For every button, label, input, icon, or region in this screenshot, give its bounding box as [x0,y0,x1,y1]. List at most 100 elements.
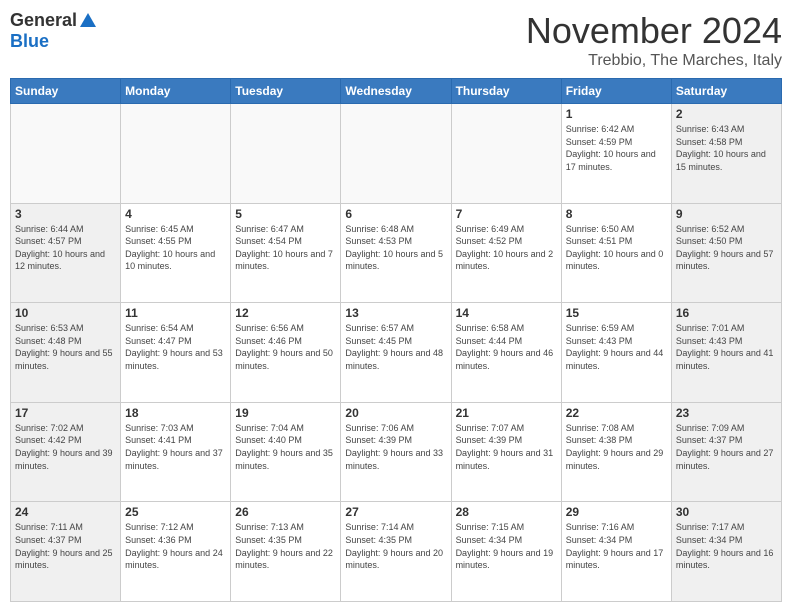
day-info: Sunrise: 6:44 AM Sunset: 4:57 PM Dayligh… [15,223,116,273]
day-info: Sunrise: 7:16 AM Sunset: 4:34 PM Dayligh… [566,521,667,571]
calendar-cell: 25 Sunrise: 7:12 AM Sunset: 4:36 PM Dayli… [121,502,231,602]
day-number: 13 [345,306,446,320]
page: General Blue November 2024 Trebbio, The … [0,0,792,612]
logo-icon [78,11,98,31]
calendar-header-row: SundayMondayTuesdayWednesdayThursdayFrid… [11,79,782,104]
logo-text: General [10,10,99,31]
day-number: 24 [15,505,116,519]
day-number: 18 [125,406,226,420]
day-number: 14 [456,306,557,320]
calendar-cell [121,104,231,204]
day-number: 12 [235,306,336,320]
calendar-cell: 27 Sunrise: 7:14 AM Sunset: 4:35 PM Dayli… [341,502,451,602]
calendar-cell: 8 Sunrise: 6:50 AM Sunset: 4:51 PM Daylig… [561,203,671,303]
calendar-cell: 7Sunrise: 6:49 AM Sunset: 4:52 PM Daylig… [451,203,561,303]
calendar-cell [231,104,341,204]
logo-blue: Blue [10,31,49,51]
day-info: Sunrise: 6:53 AM Sunset: 4:48 PM Dayligh… [15,322,116,372]
day-info: Sunrise: 6:50 AM Sunset: 4:51 PM Dayligh… [566,223,667,273]
day-number: 10 [15,306,116,320]
day-number: 3 [15,207,116,221]
calendar-week-3: 17Sunrise: 7:02 AM Sunset: 4:42 PM Dayli… [11,402,782,502]
calendar-cell: 29Sunrise: 7:16 AM Sunset: 4:34 PM Dayli… [561,502,671,602]
calendar-cell: 1 Sunrise: 6:42 AM Sunset: 4:59 PM Daylig… [561,104,671,204]
day-info: Sunrise: 6:54 AM Sunset: 4:47 PM Dayligh… [125,322,226,372]
month-title: November 2024 [526,10,782,52]
day-info: Sunrise: 7:06 AM Sunset: 4:39 PM Dayligh… [345,422,446,472]
day-info: Sunrise: 7:12 AM Sunset: 4:36 PM Dayligh… [125,521,226,571]
day-info: Sunrise: 7:15 AM Sunset: 4:34 PM Dayligh… [456,521,557,571]
calendar-cell: 20Sunrise: 7:06 AM Sunset: 4:39 PM Dayli… [341,402,451,502]
calendar-cell: 5Sunrise: 6:47 AM Sunset: 4:54 PM Daylig… [231,203,341,303]
calendar-cell: 10 Sunrise: 6:53 AM Sunset: 4:48 PM Dayli… [11,303,121,403]
day-number: 8 [566,207,667,221]
calendar-cell: 30 Sunrise: 7:17 AM Sunset: 4:34 PM Dayli… [671,502,781,602]
day-number: 5 [235,207,336,221]
day-number: 19 [235,406,336,420]
calendar-cell: 4Sunrise: 6:45 AM Sunset: 4:55 PM Daylig… [121,203,231,303]
day-number: 16 [676,306,777,320]
day-number: 26 [235,505,336,519]
day-info: Sunrise: 7:09 AM Sunset: 4:37 PM Dayligh… [676,422,777,472]
day-number: 30 [676,505,777,519]
location: Trebbio, The Marches, Italy [526,52,782,70]
calendar-week-4: 24 Sunrise: 7:11 AM Sunset: 4:37 PM Dayli… [11,502,782,602]
day-number: 15 [566,306,667,320]
calendar-header-tuesday: Tuesday [231,79,341,104]
calendar-cell: 9Sunrise: 6:52 AM Sunset: 4:50 PM Daylig… [671,203,781,303]
calendar-cell: 6Sunrise: 6:48 AM Sunset: 4:53 PM Daylig… [341,203,451,303]
title-section: November 2024 Trebbio, The Marches, Ital… [526,10,782,70]
calendar-table: SundayMondayTuesdayWednesdayThursdayFrid… [10,78,782,602]
calendar-cell: 16 Sunrise: 7:01 AM Sunset: 4:43 PM Dayli… [671,303,781,403]
day-number: 21 [456,406,557,420]
day-number: 27 [345,505,446,519]
day-number: 17 [15,406,116,420]
calendar-header-saturday: Saturday [671,79,781,104]
calendar-cell: 21 Sunrise: 7:07 AM Sunset: 4:39 PM Dayli… [451,402,561,502]
calendar-cell: 28Sunrise: 7:15 AM Sunset: 4:34 PM Dayli… [451,502,561,602]
day-number: 23 [676,406,777,420]
calendar-cell: 19 Sunrise: 7:04 AM Sunset: 4:40 PM Dayli… [231,402,341,502]
calendar-cell: 12 Sunrise: 6:56 AM Sunset: 4:46 PM Dayli… [231,303,341,403]
day-info: Sunrise: 6:57 AM Sunset: 4:45 PM Dayligh… [345,322,446,372]
day-info: Sunrise: 7:11 AM Sunset: 4:37 PM Dayligh… [15,521,116,571]
calendar-cell: 22Sunrise: 7:08 AM Sunset: 4:38 PM Dayli… [561,402,671,502]
day-number: 9 [676,207,777,221]
calendar-header-thursday: Thursday [451,79,561,104]
day-info: Sunrise: 6:42 AM Sunset: 4:59 PM Dayligh… [566,123,667,173]
day-number: 2 [676,107,777,121]
calendar-cell: 24 Sunrise: 7:11 AM Sunset: 4:37 PM Dayli… [11,502,121,602]
day-info: Sunrise: 7:07 AM Sunset: 4:39 PM Dayligh… [456,422,557,472]
day-info: Sunrise: 6:45 AM Sunset: 4:55 PM Dayligh… [125,223,226,273]
day-info: Sunrise: 6:59 AM Sunset: 4:43 PM Dayligh… [566,322,667,372]
day-number: 7 [456,207,557,221]
day-number: 1 [566,107,667,121]
day-info: Sunrise: 7:08 AM Sunset: 4:38 PM Dayligh… [566,422,667,472]
calendar-cell [11,104,121,204]
day-info: Sunrise: 6:58 AM Sunset: 4:44 PM Dayligh… [456,322,557,372]
calendar-cell: 23 Sunrise: 7:09 AM Sunset: 4:37 PM Dayli… [671,402,781,502]
day-number: 25 [125,505,226,519]
calendar-cell: 15 Sunrise: 6:59 AM Sunset: 4:43 PM Dayli… [561,303,671,403]
day-info: Sunrise: 6:43 AM Sunset: 4:58 PM Dayligh… [676,123,777,173]
calendar-cell: 11Sunrise: 6:54 AM Sunset: 4:47 PM Dayli… [121,303,231,403]
calendar-cell: 17Sunrise: 7:02 AM Sunset: 4:42 PM Dayli… [11,402,121,502]
day-info: Sunrise: 7:14 AM Sunset: 4:35 PM Dayligh… [345,521,446,571]
day-info: Sunrise: 6:48 AM Sunset: 4:53 PM Dayligh… [345,223,446,273]
day-info: Sunrise: 6:56 AM Sunset: 4:46 PM Dayligh… [235,322,336,372]
day-info: Sunrise: 7:04 AM Sunset: 4:40 PM Dayligh… [235,422,336,472]
calendar-week-0: 1 Sunrise: 6:42 AM Sunset: 4:59 PM Daylig… [11,104,782,204]
calendar-header-monday: Monday [121,79,231,104]
calendar-header-wednesday: Wednesday [341,79,451,104]
calendar-week-1: 3 Sunrise: 6:44 AM Sunset: 4:57 PM Daylig… [11,203,782,303]
day-info: Sunrise: 7:01 AM Sunset: 4:43 PM Dayligh… [676,322,777,372]
calendar-cell: 3 Sunrise: 6:44 AM Sunset: 4:57 PM Daylig… [11,203,121,303]
calendar-cell: 18Sunrise: 7:03 AM Sunset: 4:41 PM Dayli… [121,402,231,502]
day-info: Sunrise: 7:13 AM Sunset: 4:35 PM Dayligh… [235,521,336,571]
calendar-cell [451,104,561,204]
calendar-cell [341,104,451,204]
calendar-header-sunday: Sunday [11,79,121,104]
calendar-cell: 13 Sunrise: 6:57 AM Sunset: 4:45 PM Dayli… [341,303,451,403]
day-info: Sunrise: 7:17 AM Sunset: 4:34 PM Dayligh… [676,521,777,571]
calendar-cell: 14 Sunrise: 6:58 AM Sunset: 4:44 PM Dayli… [451,303,561,403]
